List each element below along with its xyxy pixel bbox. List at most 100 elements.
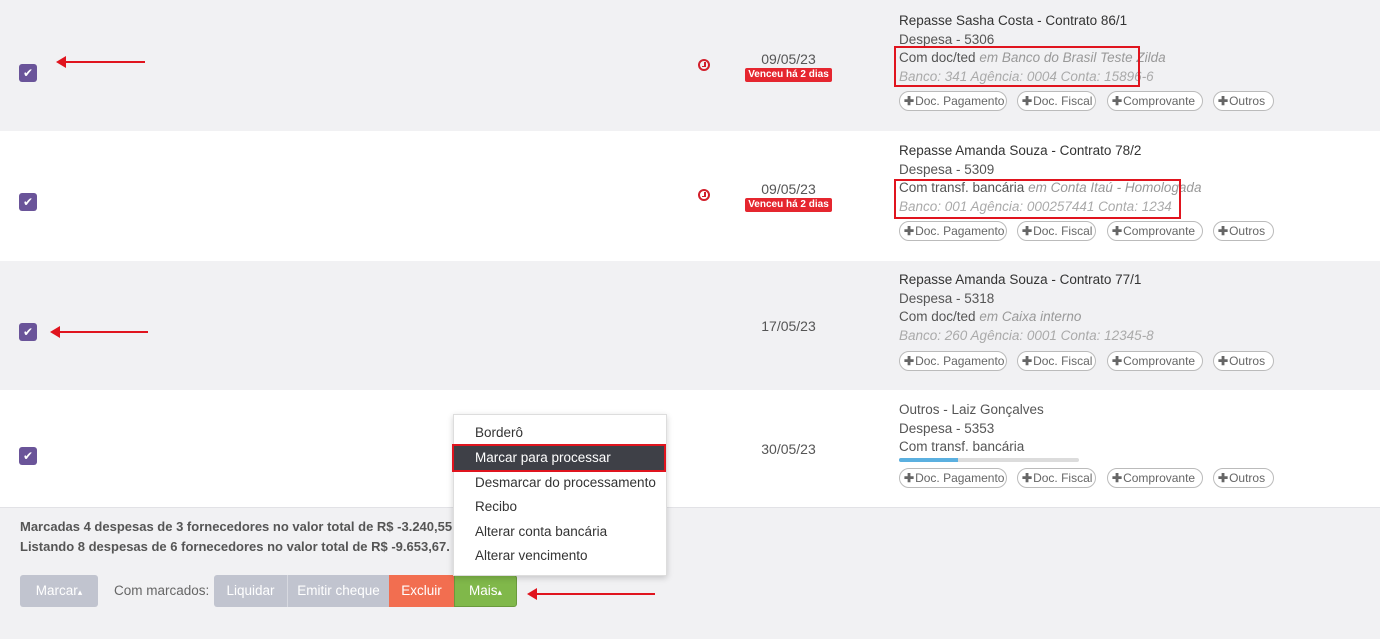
doc-fiscal-tag[interactable]: ✚Doc. Fiscal: [1017, 91, 1096, 111]
expense-id: Despesa - 5353: [899, 420, 995, 436]
comprovante-tag[interactable]: ✚Comprovante: [1107, 221, 1203, 241]
menu-item-alterar-vencimento[interactable]: Alterar vencimento: [454, 544, 664, 568]
excluir-button[interactable]: Excluir: [389, 575, 454, 607]
expense-row: [0, 390, 1380, 508]
doc-pagamento-tag[interactable]: ✚Doc. Pagamento: [899, 468, 1007, 488]
row-checkbox[interactable]: ✔: [19, 447, 37, 465]
progress-fill: [899, 458, 959, 462]
plus-icon: ✚: [904, 224, 915, 238]
due-date: 30/05/23: [761, 441, 816, 457]
expense-id: Despesa - 5309: [899, 161, 995, 177]
menu-item-alterar-conta-bancaria[interactable]: Alterar conta bancária: [454, 520, 664, 544]
doc-pagamento-tag[interactable]: ✚Doc. Pagamento: [899, 91, 1007, 111]
payment-method: Com doc/ted em Caixa interno: [899, 308, 1154, 327]
highlight-box: [894, 179, 1181, 219]
highlight-box: [894, 46, 1140, 87]
tag-label: Doc. Fiscal: [1033, 354, 1093, 368]
plus-icon: ✚: [1022, 471, 1033, 485]
expense-id: Despesa - 5318: [899, 290, 995, 306]
expense-title[interactable]: Repasse Amanda Souza - Contrato 77/1: [899, 271, 1154, 290]
plus-icon: ✚: [904, 94, 915, 108]
tag-label: Outros: [1229, 354, 1266, 368]
selected-summary: Marcadas 4 despesas de 3 fornecedores no…: [20, 519, 456, 534]
plus-icon: ✚: [904, 471, 915, 485]
tag-label: Doc. Fiscal: [1033, 94, 1093, 108]
tag-label: Doc. Pagamento: [915, 94, 1005, 108]
tag-label: Outros: [1229, 471, 1266, 485]
expense-row: [0, 0, 1380, 132]
tag-label: Comprovante: [1123, 471, 1196, 485]
menu-item-bordero[interactable]: Borderô: [454, 421, 664, 445]
comprovante-tag[interactable]: ✚Comprovante: [1107, 351, 1203, 371]
outros-tag[interactable]: ✚Outros: [1213, 221, 1274, 241]
listing-summary: Listando 8 despesas de 6 fornecedores no…: [20, 539, 450, 554]
expense-title[interactable]: Repasse Sasha Costa - Contrato 86/1: [899, 12, 1166, 31]
row-checkbox[interactable]: ✔: [19, 323, 37, 341]
expense-title[interactable]: Outros - Laiz Gonçalves: [899, 401, 1044, 420]
due-date: 17/05/23: [761, 318, 816, 334]
liquidar-button[interactable]: Liquidar: [214, 575, 287, 607]
mais-label: Mais: [468, 583, 498, 598]
tag-label: Doc. Fiscal: [1033, 471, 1093, 485]
expense-row: [0, 261, 1380, 391]
expense-info: Outros - Laiz Gonçalves Despesa - 5353 C…: [899, 401, 1044, 457]
plus-icon: ✚: [1218, 224, 1229, 238]
em-label: em: [979, 309, 999, 324]
emitir-cheque-button[interactable]: Emitir cheque: [287, 575, 389, 607]
menu-item-desmarcar-do-processamento[interactable]: Desmarcar do processamento: [454, 471, 664, 495]
plus-icon: ✚: [1218, 94, 1229, 108]
outros-tag[interactable]: ✚Outros: [1213, 91, 1274, 111]
outros-tag[interactable]: ✚Outros: [1213, 351, 1274, 371]
account-name: Caixa interno: [1001, 309, 1082, 324]
annotation-arrow: [50, 326, 148, 338]
com-marcados-label: Com marcados:: [114, 583, 210, 598]
tag-label: Comprovante: [1123, 224, 1196, 238]
progress-bar: [899, 458, 1079, 462]
doc-pagamento-tag[interactable]: ✚Doc. Pagamento: [899, 221, 1007, 241]
method-label: Com doc/ted: [899, 309, 976, 324]
mais-dropdown-menu: Borderô Marcar para processar Desmarcar …: [453, 414, 667, 576]
annotation-arrow: [56, 56, 145, 68]
due-date: 09/05/23: [761, 51, 816, 67]
tag-label: Doc. Pagamento: [915, 224, 1005, 238]
tag-label: Comprovante: [1123, 94, 1196, 108]
clock-icon: [698, 59, 710, 71]
plus-icon: ✚: [1022, 224, 1033, 238]
tag-label: Outros: [1229, 94, 1266, 108]
caret-up-icon: ▴: [77, 587, 83, 597]
plus-icon: ✚: [904, 354, 915, 368]
highlight-box: [452, 444, 666, 472]
plus-icon: ✚: [1022, 94, 1033, 108]
caret-up-icon: ▴: [497, 587, 503, 597]
marcar-button[interactable]: Marcar▴: [20, 575, 98, 607]
doc-fiscal-tag[interactable]: ✚Doc. Fiscal: [1017, 468, 1096, 488]
clock-icon: [698, 189, 710, 201]
tag-label: Outros: [1229, 224, 1266, 238]
plus-icon: ✚: [1022, 354, 1033, 368]
plus-icon: ✚: [1112, 354, 1123, 368]
doc-fiscal-tag[interactable]: ✚Doc. Fiscal: [1017, 221, 1096, 241]
annotation-arrow: [527, 588, 655, 600]
comprovante-tag[interactable]: ✚Comprovante: [1107, 91, 1203, 111]
expense-title[interactable]: Repasse Amanda Souza - Contrato 78/2: [899, 142, 1201, 161]
plus-icon: ✚: [1218, 354, 1229, 368]
doc-pagamento-tag[interactable]: ✚Doc. Pagamento: [899, 351, 1007, 371]
bank-details: Banco: 260 Agência: 0001 Conta: 12345-8: [899, 327, 1154, 343]
row-checkbox[interactable]: ✔: [19, 193, 37, 211]
row-checkbox[interactable]: ✔: [19, 64, 37, 82]
plus-icon: ✚: [1218, 471, 1229, 485]
mais-button[interactable]: Mais▴: [454, 575, 517, 607]
comprovante-tag[interactable]: ✚Comprovante: [1107, 468, 1203, 488]
payment-method: Com transf. bancária: [899, 439, 1025, 454]
plus-icon: ✚: [1112, 94, 1123, 108]
outros-tag[interactable]: ✚Outros: [1213, 468, 1274, 488]
overdue-badge: Venceu há 2 dias: [745, 68, 832, 82]
due-date: 09/05/23: [761, 181, 816, 197]
marcar-label: Marcar: [35, 583, 78, 598]
menu-item-recibo[interactable]: Recibo: [454, 495, 664, 519]
tag-label: Doc. Pagamento: [915, 471, 1005, 485]
tag-label: Comprovante: [1123, 354, 1196, 368]
expense-info: Repasse Amanda Souza - Contrato 77/1 Des…: [899, 271, 1154, 345]
tag-label: Doc. Pagamento: [915, 354, 1005, 368]
doc-fiscal-tag[interactable]: ✚Doc. Fiscal: [1017, 351, 1096, 371]
